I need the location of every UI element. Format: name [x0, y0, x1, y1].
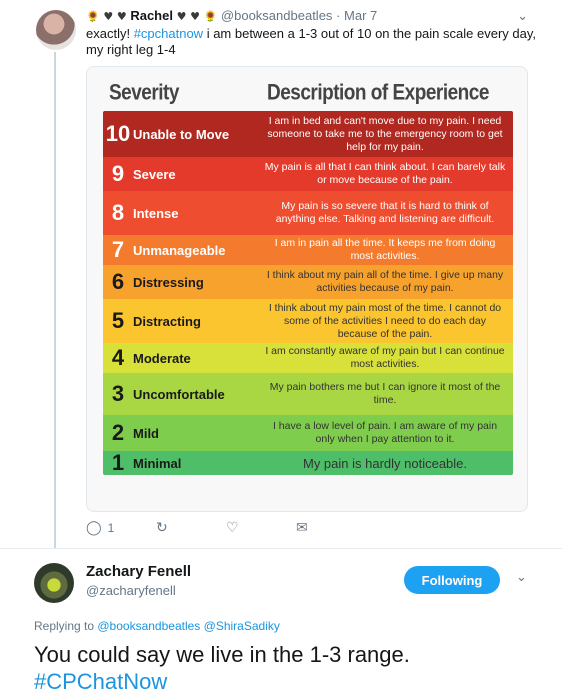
pain-level-label: Minimal: [133, 455, 182, 471]
pain-level-description: My pain is so severe that it is hard to …: [275, 200, 495, 225]
pain-level-label: Uncomfortable: [133, 386, 225, 402]
pain-level-number: 6: [111, 269, 125, 294]
heart-emoji-icon: ♥: [103, 10, 114, 23]
tweet-reply: Zachary Fenell @zacharyfenell Following …: [0, 548, 562, 696]
pain-level-label: Moderate: [133, 350, 191, 366]
pain-level-number: 5: [111, 308, 125, 333]
pain-level-description: My pain bothers me but I can ignore it m…: [269, 381, 501, 406]
tweet-header: 🌻 ♥ ♥ Rachel ♥ ♥ 🌻 @booksandbeatles · Ma…: [86, 8, 377, 25]
following-button[interactable]: Following: [404, 566, 500, 594]
tweet-date[interactable]: Mar 7: [344, 8, 377, 23]
pain-level-description: I am constantly aware of my pain but I c…: [265, 345, 505, 370]
author-handle[interactable]: @zacharyfenell: [86, 583, 176, 598]
pain-level-label: Unable to Move: [133, 126, 230, 142]
author-name[interactable]: Zachary Fenell: [86, 563, 191, 580]
tweet-text-before: exactly!: [86, 26, 134, 41]
sunflower-emoji-icon: 🌻: [203, 10, 218, 23]
pain-scale-row: 9 Severe My pain is all that I can think a…: [103, 157, 513, 191]
pain-level-number: 10: [105, 121, 131, 146]
tweet-text: You could say we live in the 1-3 range. …: [34, 641, 534, 695]
pain-level-label: Unmanageable: [133, 242, 226, 258]
separator-dot: ·: [336, 8, 341, 23]
pain-scale-row: 4 Moderate I am constantly aware of my pai…: [103, 343, 513, 373]
pain-level-description: My pain is all that I can think about. I…: [264, 161, 506, 186]
pain-level-label: Distressing: [133, 274, 204, 290]
author-handle[interactable]: @booksandbeatles: [221, 8, 333, 23]
pain-scale-row: 3 Uncomfortable My pain bothers me but I c…: [103, 373, 513, 415]
pain-scale-rows: 10 Unable to Move I am in bed and can't mo…: [103, 111, 513, 475]
pain-level-number: 4: [111, 345, 125, 370]
pain-level-number: 1: [111, 450, 125, 475]
pain-level-number: 9: [111, 161, 125, 186]
avatar-zachary[interactable]: [34, 563, 74, 603]
pain-level-label: Distracting: [133, 313, 201, 329]
tweet-original: 🌻 ♥ ♥ Rachel ♥ ♥ 🌻 @booksandbeatles · Ma…: [0, 0, 562, 548]
pain-scale-row: 1 Minimal My pain is hardly noticeable.: [103, 450, 513, 475]
replying-to: Replying to @booksandbeatles @ShiraSadik…: [34, 619, 280, 633]
retweet-action[interactable]: ↻: [156, 520, 168, 536]
pain-level-description: I think about my pain most of the time. …: [268, 301, 502, 340]
heart-emoji-icon: ♥: [176, 10, 187, 23]
pain-level-number: 3: [111, 381, 125, 406]
severity-heading: Severity: [109, 81, 179, 106]
tweet-actions: ◯ 1 ↻ ♡ ✉: [86, 520, 386, 540]
heart-icon[interactable]: ♡: [226, 520, 239, 536]
pain-scale-row: 5 Distracting I think about my pain most o…: [103, 299, 513, 343]
replying-prefix: Replying to: [34, 619, 98, 633]
pain-scale-row: 10 Unable to Move I am in bed and can't mo…: [103, 111, 513, 157]
pain-level-label: Severe: [133, 166, 176, 182]
pain-level-description: My pain is hardly noticeable.: [302, 455, 468, 471]
hashtag-link[interactable]: #cpchatnow: [134, 26, 203, 41]
pain-scale-row: 7 Unmanageable I am in pain all the time. …: [103, 235, 513, 265]
pain-scale-row: 8 Intense My pain is so severe that it is …: [103, 191, 513, 235]
reply-count: 1: [107, 521, 115, 535]
chevron-down-icon[interactable]: ⌄: [517, 8, 528, 24]
pain-level-label: Mild: [133, 425, 159, 441]
author-name[interactable]: Rachel: [130, 8, 173, 23]
pain-level-description: I am in pain all the time. It keeps me f…: [274, 237, 496, 262]
mention-link[interactable]: @booksandbeatles: [97, 619, 200, 633]
description-heading: Description of Experience: [267, 81, 489, 106]
pain-scale-header: Severity Description of Experience: [103, 77, 513, 111]
pain-scale-image[interactable]: Severity Description of Experience 10 Una…: [86, 66, 528, 512]
tweet-text: exactly! #cpchatnow i am between a 1-3 o…: [86, 26, 546, 58]
pain-level-number: 2: [111, 420, 125, 445]
pain-scale-row: 6 Distressing I think about my pain all of…: [103, 265, 513, 299]
pain-level-description: I think about my pain all of the time. I…: [266, 269, 504, 294]
pain-level-number: 8: [111, 200, 125, 225]
sunflower-emoji-icon: 🌻: [86, 10, 100, 23]
direct-message-action[interactable]: ✉: [296, 520, 308, 536]
pain-level-label: Intense: [133, 205, 179, 221]
reply-icon[interactable]: ◯: [86, 520, 102, 536]
heart-emoji-icon: ♥: [116, 10, 127, 23]
avatar-rachel[interactable]: [36, 10, 76, 50]
pain-scale-row: 2 Mild I have a low level of pain. I am aw…: [103, 415, 513, 451]
pain-level-number: 7: [111, 237, 125, 262]
mention-link[interactable]: @ShiraSadiky: [204, 619, 280, 633]
direct-message-icon[interactable]: ✉: [296, 520, 308, 536]
retweet-icon[interactable]: ↻: [156, 520, 168, 536]
tweet-text-line: You could say we live in the 1-3 range.: [34, 642, 410, 667]
thread-connector-line: [54, 52, 56, 548]
hashtag-link[interactable]: #CPChatNow: [34, 668, 534, 695]
like-action[interactable]: ♡: [226, 520, 239, 536]
reply-action[interactable]: ◯ 1: [86, 520, 114, 536]
pain-level-description: I am in bed and can't move due to my pai…: [267, 114, 503, 153]
pain-level-description: I have a low level of pain. I am aware o…: [272, 420, 498, 445]
chevron-down-icon[interactable]: ⌄: [516, 569, 527, 585]
heart-emoji-icon: ♥: [190, 10, 200, 23]
